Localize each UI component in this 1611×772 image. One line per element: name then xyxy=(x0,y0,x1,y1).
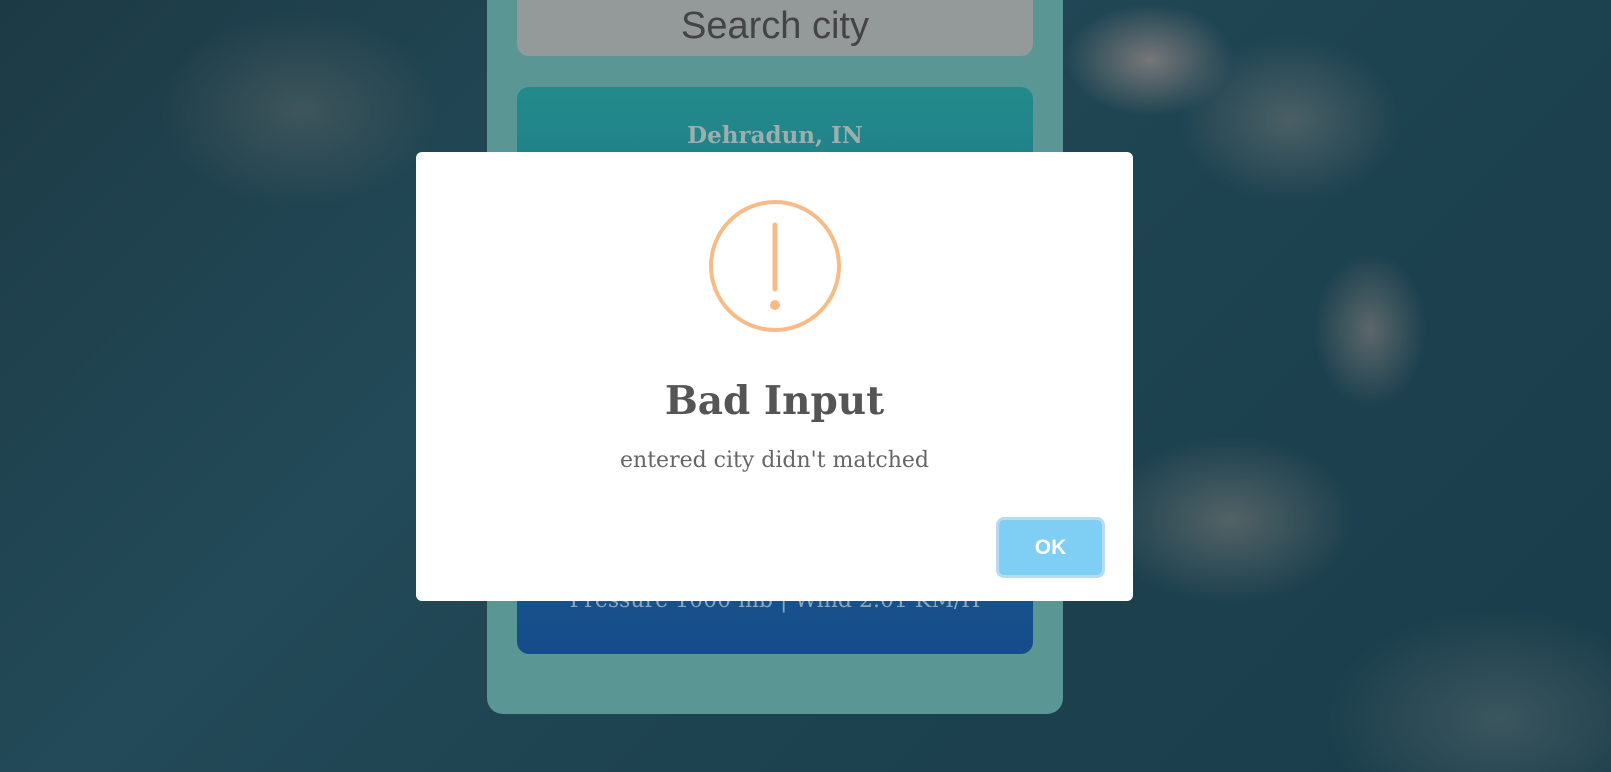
dialog-title: Bad Input xyxy=(664,378,885,424)
dialog-message: entered city didn't matched xyxy=(620,448,929,473)
ok-button[interactable]: OK xyxy=(996,517,1105,578)
alert-dialog: Bad Input entered city didn't matched OK xyxy=(416,152,1133,601)
ok-button-label: OK xyxy=(1034,536,1067,559)
warning-icon xyxy=(708,199,842,333)
